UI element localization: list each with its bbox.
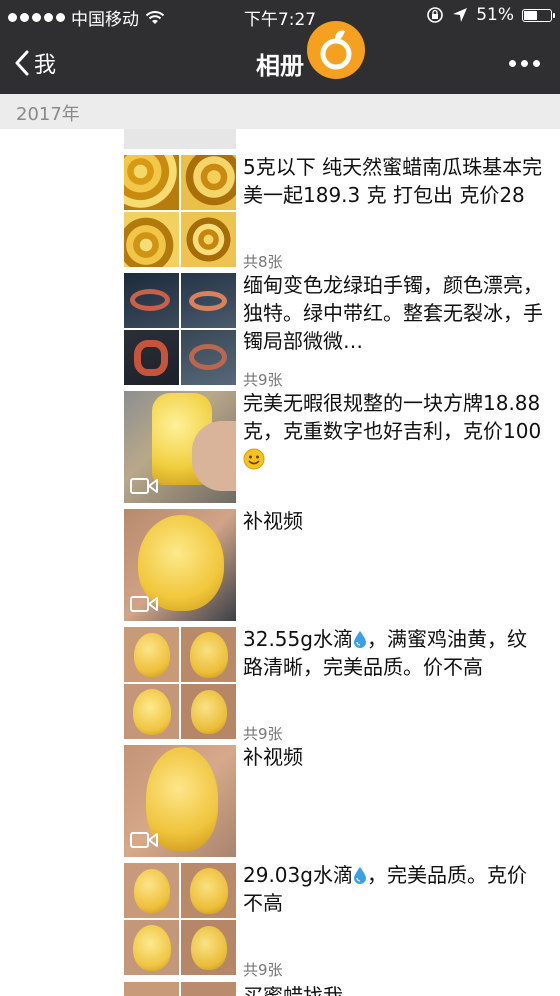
post-description: 完美无暇很规整的一块方牌18.88克，克重数字也好吉利，克价100 xyxy=(243,389,543,473)
post-thumbnail xyxy=(124,863,236,975)
post-thumbnail xyxy=(124,982,236,996)
photo-bangle xyxy=(181,273,236,328)
photo-amber-drop xyxy=(181,684,236,739)
album-post[interactable]: 完美无暇很规整的一块方牌18.88克，克重数字也好吉利，克价100 xyxy=(124,391,560,509)
photo-amber-beads xyxy=(124,212,179,267)
post-thumbnail xyxy=(124,627,236,739)
photo-amber-drop xyxy=(124,684,179,739)
photo-amber-drop xyxy=(181,920,236,975)
photo-amber-drop xyxy=(124,627,179,682)
battery-percent: 51% xyxy=(476,5,514,25)
previous-post-thumbnail[interactable] xyxy=(124,129,236,149)
album-post[interactable]: 补视频 xyxy=(124,509,560,627)
photo-count: 共9张 xyxy=(243,725,283,743)
location-icon xyxy=(453,8,468,22)
album-post[interactable]: 29.03g水滴 ，完美品质。克价不高 共9张 xyxy=(124,863,560,981)
year-header: 2017年 xyxy=(0,94,560,129)
album-post[interactable]: 补视频 xyxy=(124,745,560,863)
water-drop-emoji-icon xyxy=(353,867,366,884)
post-description: 缅甸变色龙绿珀手镯，颜色漂亮，独特。绿中带红。整套无裂冰，手镯局部微微… xyxy=(243,273,543,353)
post-thumbnail xyxy=(124,391,236,503)
photo-bangle xyxy=(124,330,179,385)
orange-logo-icon xyxy=(307,21,365,79)
photo-amber-beads xyxy=(181,155,236,210)
smile-emoji-icon xyxy=(243,448,265,470)
battery-icon xyxy=(522,8,555,22)
post-description: 买蜜蜡找我 xyxy=(243,984,343,996)
page-title: 相册 xyxy=(256,52,304,80)
photo-count: 共8张 xyxy=(243,253,283,271)
album-post[interactable]: 5克以下 纯天然蜜蜡南瓜珠基本完美一起189.3 克 打包出 克价28 共8张 xyxy=(124,155,560,273)
photo-bangle xyxy=(181,330,236,385)
video-icon xyxy=(130,596,158,612)
photo-amber-drop xyxy=(181,863,236,918)
album-post[interactable]: 缅甸变色龙绿珀手镯，颜色漂亮，独特。绿中带红。整套无裂冰，手镯局部微微… 共9张 xyxy=(124,273,560,391)
photo-count: 共9张 xyxy=(243,961,283,979)
photo-amber-drop xyxy=(124,863,179,918)
more-button[interactable] xyxy=(509,60,540,67)
nav-bar: 我 相册 xyxy=(0,32,560,94)
year-label: 2017年 xyxy=(16,104,80,125)
photo-amber-beads xyxy=(181,212,236,267)
post-thumbnail xyxy=(124,745,236,857)
photo-count: 共9张 xyxy=(243,371,283,389)
post-description: 补视频 xyxy=(243,745,303,769)
album-post[interactable]: 买蜜蜡找我 xyxy=(124,982,560,996)
photo-amber-drop xyxy=(181,627,236,682)
album-post[interactable]: 32.55g水滴 ，满蜜鸡油黄，纹路清晰，完美品质。价不高 共9张 xyxy=(124,627,560,745)
video-icon xyxy=(130,832,158,848)
orientation-lock-icon xyxy=(427,7,444,23)
post-description: 32.55g水滴 ，满蜜鸡油黄，纹路清晰，完美品质。价不高 xyxy=(243,627,527,679)
post-thumbnail xyxy=(124,155,236,267)
video-icon xyxy=(130,478,158,494)
photo-bangle xyxy=(124,273,179,328)
photo-amber-beads xyxy=(124,155,179,210)
post-thumbnail xyxy=(124,273,236,385)
post-description: 补视频 xyxy=(243,509,303,533)
status-bar: 中国移动 下午7:27 51% xyxy=(0,0,560,32)
post-description: 29.03g水滴 ，完美品质。克价不高 xyxy=(243,863,527,915)
photo-amber-drop xyxy=(124,920,179,975)
post-description: 5克以下 纯天然蜜蜡南瓜珠基本完美一起189.3 克 打包出 克价28 xyxy=(243,155,543,207)
water-drop-emoji-icon xyxy=(353,631,366,648)
post-thumbnail xyxy=(124,509,236,621)
